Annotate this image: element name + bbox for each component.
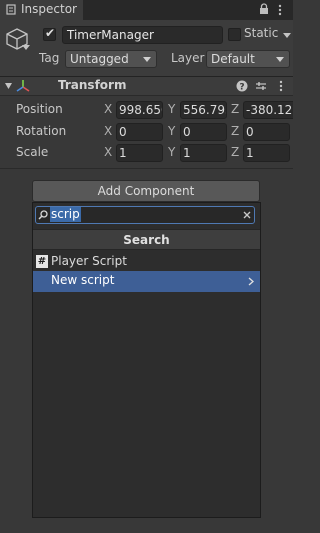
foldout-arrow-icon[interactable] [5,83,12,89]
presets-icon[interactable] [255,80,267,92]
rotation-x-field[interactable]: 0 [116,123,163,141]
rotation-label: Rotation [16,124,67,138]
icon-dropdown-arrow-icon[interactable] [22,45,30,51]
position-label: Position [16,102,63,116]
rotation-y-field[interactable]: 0 [180,123,227,141]
section-divider [0,168,293,169]
checkmark-icon: ✔ [45,26,56,40]
transform-axes-icon [16,80,30,92]
layer-label: Layer [171,51,205,65]
new-script-label: New script [51,273,115,287]
transform-title: Transform [58,78,127,92]
rotation-z-axis-label: Z [231,124,240,138]
transform-header[interactable] [0,76,293,96]
search-icon [38,210,48,220]
inspector-icon [6,4,16,15]
scale-z-axis-label: Z [231,145,240,159]
svg-text:?: ? [239,83,244,93]
layer-dropdown[interactable]: Default [206,50,290,68]
tab-label: Inspector [21,2,77,16]
rotation-x-axis-label: X [104,124,113,138]
layer-value: Default [211,52,255,66]
scale-z-field[interactable]: 1 [243,144,290,162]
scale-y-axis-label: Y [168,145,176,159]
rotation-z-field[interactable]: 0 [243,123,290,141]
add-component-button[interactable]: Add Component [32,180,260,202]
static-checkbox[interactable] [228,28,241,41]
static-dropdown-arrow-icon[interactable] [283,33,291,38]
lock-icon[interactable] [259,3,269,15]
scale-x-axis-label: X [104,145,113,159]
gameobject-name-field[interactable]: TimerManager [62,26,223,44]
position-z-field[interactable]: -380.12 [243,101,293,119]
position-y-axis-label: Y [168,102,176,116]
search-results-header: Search [33,229,260,250]
chevron-down-icon [276,57,284,62]
clear-search-icon[interactable] [243,211,251,219]
active-checkbox[interactable]: ✔ [43,26,56,41]
scale-y-field[interactable]: 1 [180,144,227,162]
position-y-field[interactable]: 556.793 [180,101,227,119]
script-icon: # [36,255,48,268]
scale-x-field[interactable]: 1 [116,144,163,162]
position-z-axis-label: Z [231,102,240,116]
position-x-axis-label: X [104,102,113,116]
tag-label: Tag [39,51,60,65]
tag-value: Untagged [70,52,129,66]
chevron-down-icon [143,57,151,62]
result-item-player-script[interactable]: Player Script [51,254,127,268]
position-x-field[interactable]: 998.650 [116,101,163,119]
search-query-text[interactable]: scrip [50,207,81,222]
tag-dropdown[interactable]: Untagged [65,50,157,68]
scale-label: Scale [16,145,49,159]
static-label: Static [244,26,279,40]
more-menu-icon[interactable] [278,4,282,16]
help-icon[interactable]: ? [236,80,248,92]
rotation-y-axis-label: Y [168,124,176,138]
component-menu-icon[interactable] [279,80,283,92]
chevron-right-icon [248,277,254,286]
